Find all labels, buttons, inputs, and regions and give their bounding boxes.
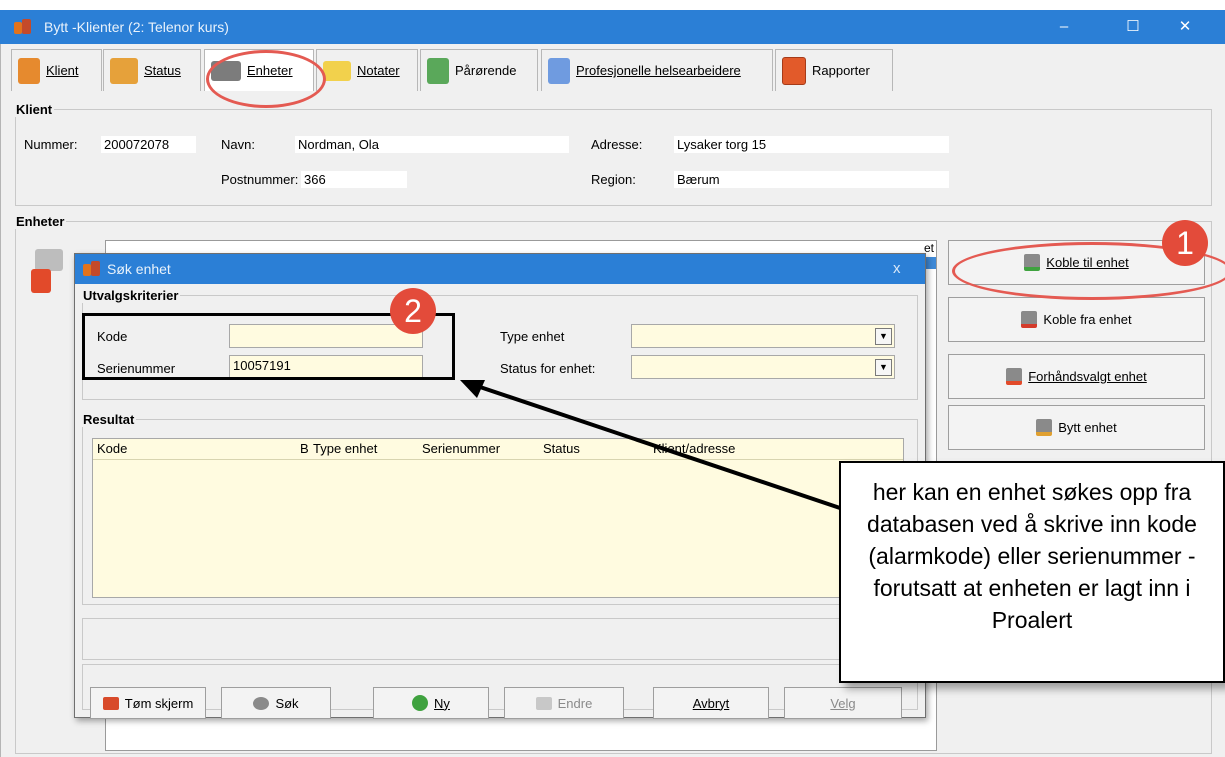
title-bar: Bytt -Klienter (2: Telenor kurs) ‒ ☐ ✕	[0, 10, 1225, 44]
chevron-down-icon[interactable]: ▼	[875, 359, 892, 376]
report-icon	[782, 56, 806, 85]
endre-button[interactable]: Endre	[504, 687, 624, 719]
notes-icon	[323, 60, 351, 81]
annotation-callout: her kan en enhet søkes opp fra databasen…	[839, 461, 1225, 683]
edit-icon	[535, 696, 552, 710]
enheter-legend: Enheter	[16, 214, 65, 229]
annotation-badge-1: 1	[1162, 220, 1208, 266]
annotation-ring-enheter	[206, 50, 326, 108]
utvalgskriterier-legend: Utvalgskriterier	[83, 288, 179, 303]
column-header-type-enhet[interactable]: Type enhet	[313, 441, 377, 456]
tab-klient[interactable]: Klient	[11, 49, 102, 91]
plus-icon	[412, 695, 429, 711]
app-icon	[14, 19, 32, 35]
region-label: Region:	[591, 172, 636, 187]
forhandsvalgt-enhet-button[interactable]: Forhåndsvalgt enhet	[948, 354, 1205, 399]
swap-device-icon	[1036, 419, 1053, 436]
annotation-badge-2: 2	[390, 288, 436, 334]
binoculars-icon	[253, 696, 270, 710]
person-icon	[18, 57, 40, 84]
dialog-title-bar: Søk enhet x	[75, 254, 925, 284]
tab-status[interactable]: Status	[103, 49, 201, 91]
nummer-value: 200072078	[101, 136, 196, 153]
column-header-kode[interactable]: Kode	[97, 441, 127, 456]
unlink-device-icon	[1021, 311, 1038, 328]
tab-profesjonelle[interactable]: Profesjonelle helsearbeidere	[541, 49, 773, 91]
klient-group: Klient	[15, 102, 1212, 206]
minimize-button[interactable]: ‒	[1041, 10, 1087, 44]
region-value: Bærum	[674, 171, 949, 188]
adresse-label: Adresse:	[591, 137, 643, 152]
tab-parorende[interactable]: Pårørende	[420, 49, 538, 91]
status-person-icon	[110, 57, 138, 84]
avbryt-button[interactable]: Avbryt	[653, 687, 769, 719]
dialog-app-icon	[83, 261, 101, 277]
type-enhet-label: Type enhet	[500, 329, 565, 344]
window-title: Bytt -Klienter (2: Telenor kurs)	[44, 19, 229, 35]
eraser-icon	[102, 696, 119, 710]
type-enhet-select[interactable]: ▼	[631, 324, 895, 348]
dialog-title: Søk enhet	[107, 261, 171, 277]
close-button[interactable]: ✕	[1162, 10, 1208, 44]
annotation-arrow	[460, 380, 841, 510]
velg-button[interactable]: Velg	[784, 687, 902, 719]
tab-notater[interactable]: Notater	[316, 49, 418, 91]
koble-fra-enhet-button[interactable]: Koble fra enhet	[948, 297, 1205, 342]
ny-button[interactable]: Ny	[373, 687, 489, 719]
preset-device-icon	[1006, 368, 1023, 385]
nummer-label: Nummer:	[24, 137, 78, 152]
tab-rapporter[interactable]: Rapporter	[775, 49, 893, 91]
status-enhet-label: Status for enhet:	[500, 361, 596, 376]
status-enhet-select[interactable]: ▼	[631, 355, 895, 379]
klient-legend: Klient	[16, 102, 53, 117]
dialog-status-area	[82, 618, 918, 660]
relative-icon	[427, 57, 449, 84]
adresse-value: Lysaker torg 15	[674, 136, 949, 153]
bytt-enhet-button[interactable]: Bytt enhet	[948, 405, 1205, 450]
tom-skjerm-button[interactable]: Tøm skjerm	[90, 687, 206, 719]
navn-value: Nordman, Ola	[295, 136, 569, 153]
resultat-legend: Resultat	[83, 412, 135, 427]
chevron-down-icon[interactable]: ▼	[875, 328, 892, 345]
device-large-icon	[31, 249, 65, 299]
navn-label: Navn:	[221, 137, 255, 152]
postnummer-value: 366	[301, 171, 407, 188]
maximize-button[interactable]: ☐	[1110, 10, 1156, 44]
postnummer-label: Postnummer:	[221, 172, 299, 187]
dialog-close-button[interactable]: x	[893, 260, 901, 277]
column-header-b[interactable]: B	[300, 441, 309, 456]
doctor-icon	[548, 57, 570, 84]
sok-button[interactable]: Søk	[221, 687, 331, 719]
